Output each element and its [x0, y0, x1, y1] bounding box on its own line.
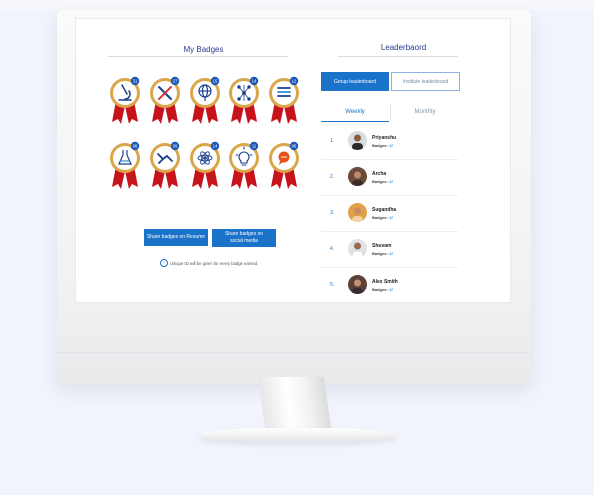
leaderboard-badge-count: Badges: 42: [372, 287, 394, 292]
leaderboard-divider: [338, 56, 458, 57]
my-badges-divider: [108, 56, 288, 57]
leaderboard-row[interactable]: 1. Priyanshu Badges: 42: [321, 124, 458, 160]
unique-id-note: i Unique ID will be given for every badg…: [160, 259, 258, 267]
badge-books[interactable]: 12: [267, 76, 301, 126]
leaderboard-badge-count: Badges: 42: [372, 143, 394, 148]
leaderboard-row[interactable]: 3. Sugandha Badges: 42: [321, 196, 458, 232]
my-badges-title: My Badges: [183, 45, 224, 54]
badge-count: 06: [292, 144, 297, 149]
info-icon: i: [160, 259, 168, 267]
badge-lightbulb[interactable]: 11: [227, 141, 261, 191]
badge-count: 12: [292, 79, 297, 84]
badge-count: 14: [252, 79, 257, 84]
avatar: [348, 203, 367, 222]
badge-count: 11: [252, 144, 257, 149]
leaderboard-badge-count: Badges: 42: [372, 251, 394, 256]
badge-atom[interactable]: 14: [188, 141, 222, 191]
badge-count: 15: [213, 79, 218, 84]
monitor-stand-neck: [257, 377, 333, 435]
badge-handshake[interactable]: 09: [148, 141, 182, 191]
leaderboard-name: Sugandha: [372, 207, 397, 213]
leaderboard-row[interactable]: 5. Alex Smith Badges: 42: [321, 268, 458, 302]
badge-count: 08: [133, 144, 138, 149]
tab-monthly[interactable]: Monthly: [390, 103, 459, 121]
share-social-label-line2: social media: [230, 238, 258, 244]
leaderboard-rank: 2.: [330, 174, 335, 180]
tab-group-leaderboard[interactable]: Group leaderboard: [321, 72, 389, 91]
leaderboard-rank: 4.: [330, 246, 335, 252]
leaderboard-row[interactable]: 2. Archa Badges: 42: [321, 160, 458, 196]
tab-institute-leaderboard[interactable]: Institute leaderboard: [391, 72, 460, 91]
monitor-screen: My Badges Leaderbaord 31 27 15 14 12 08 …: [75, 18, 511, 303]
badge-flask[interactable]: 08: [108, 141, 142, 191]
tab-weekly[interactable]: Weekly: [321, 103, 389, 122]
share-social-button[interactable]: Share badges on social media: [212, 229, 276, 247]
leaderboard-name: Shuvam: [372, 243, 392, 249]
leaderboard-name: Alex Smith: [372, 279, 398, 285]
top-band: [0, 0, 594, 10]
badge-count: 09: [173, 144, 178, 149]
badge-count: 27: [173, 79, 178, 84]
leaderboard-rank: 1.: [330, 138, 335, 144]
avatar: [348, 131, 367, 150]
leaderboard-badge-count: Badges: 42: [372, 179, 394, 184]
leaderboard-rank: 3.: [330, 210, 335, 216]
badge-network[interactable]: 14: [227, 76, 261, 126]
leaderboard-badge-count: Badges: 42: [372, 215, 394, 220]
share-social-label-line1: Share badges on: [224, 231, 264, 237]
share-resume-button[interactable]: Share badges on Resume: [144, 229, 208, 246]
badge-count: 14: [213, 144, 218, 149]
badge-count: 31: [133, 79, 138, 84]
leaderboard-rank: 5.: [330, 282, 335, 288]
avatar: [348, 239, 367, 258]
badge-chat[interactable]: 06: [267, 141, 301, 191]
leaderboard-name: Archa: [372, 171, 387, 177]
avatar: [348, 275, 367, 294]
unique-id-note-text: Unique ID will be given for every badge …: [170, 260, 259, 266]
monitor-chin-line: [57, 352, 531, 353]
badge-globe[interactable]: 15: [188, 76, 222, 126]
badge-tools[interactable]: 27: [148, 76, 182, 126]
monitor-stand-foot: [198, 428, 398, 442]
leaderboard-title: Leaderbaord: [380, 43, 427, 52]
leaderboard-name: Priyanshu: [372, 135, 397, 141]
avatar: [348, 167, 367, 186]
badge-microscope[interactable]: 31: [108, 76, 142, 126]
leaderboard-row[interactable]: 4. Shuvam Badges: 42: [321, 232, 458, 268]
